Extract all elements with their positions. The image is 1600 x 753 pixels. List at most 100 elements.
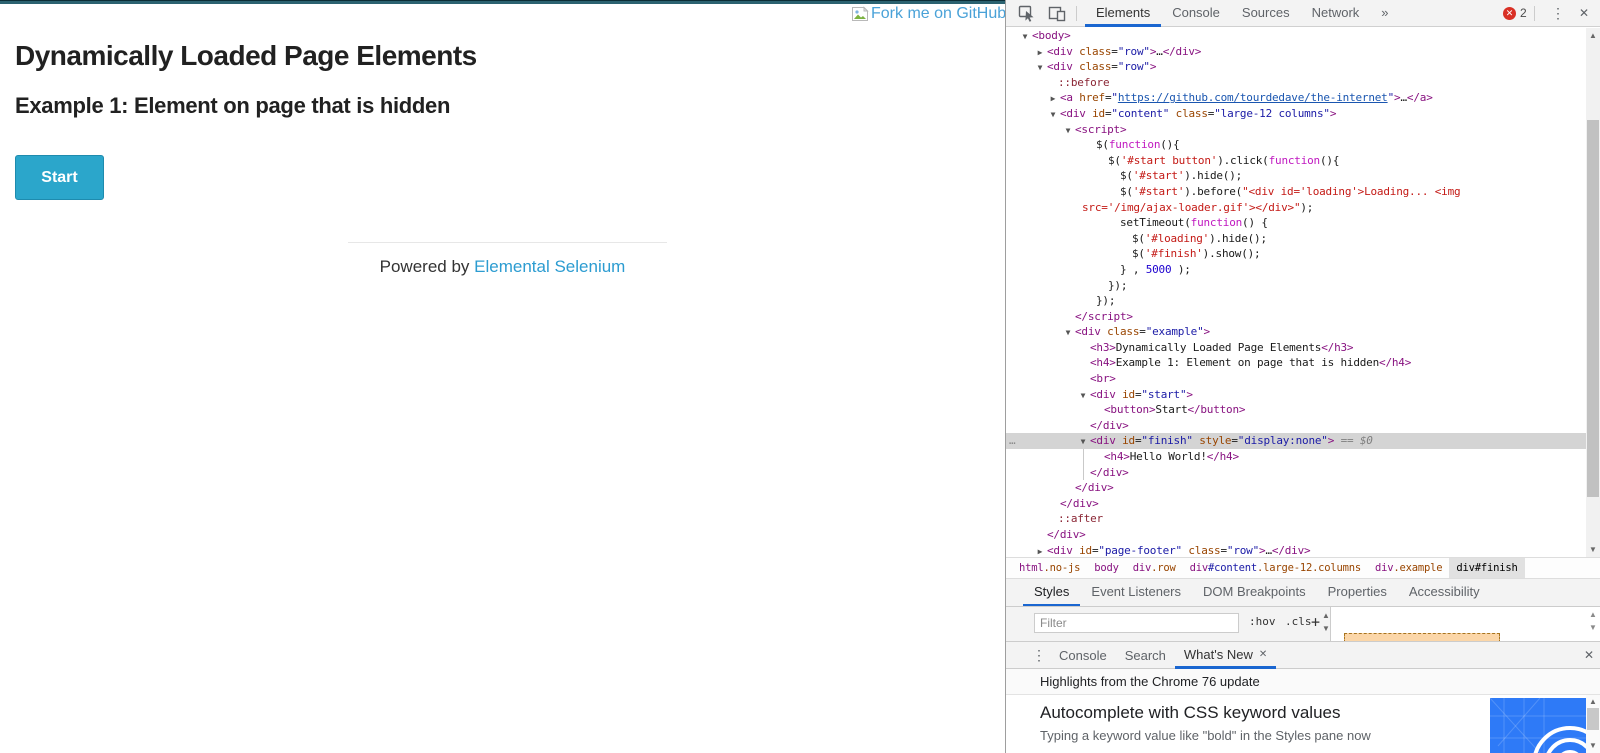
dom-tree-row[interactable]: ▼ <div class="row"> [1006, 59, 1586, 75]
code-val: "start" [1141, 387, 1187, 401]
code-val: "finish" [1141, 434, 1193, 448]
breadcrumb-item[interactable]: div.example [1368, 558, 1449, 578]
dom-tree-row[interactable]: </div> [1006, 465, 1586, 481]
dom-tree-row[interactable]: }); [1006, 293, 1586, 309]
expand-arrow-open-icon[interactable]: ▼ [1020, 29, 1030, 45]
code-plain: ).click( [1217, 153, 1269, 167]
code-tag: </div> [1060, 496, 1099, 510]
drawer-close-icon[interactable]: ✕ [1584, 648, 1594, 662]
expand-arrow-open-icon[interactable]: ▼ [1048, 107, 1058, 123]
scroll-down-icon[interactable]: ▼ [1586, 545, 1600, 555]
dom-tree-row[interactable]: ▶ <a href="https://github.com/tourdedave/… [1006, 90, 1586, 106]
dom-tree-row[interactable]: $(function(){ [1006, 137, 1586, 153]
sidebar-tab-styles[interactable]: Styles [1023, 579, 1081, 606]
code-str: '#loading' [1144, 231, 1210, 245]
dom-tree-row[interactable]: </div> [1006, 418, 1586, 434]
drawer-tab-what-s-new[interactable]: What's New ✕ [1174, 642, 1277, 669]
breadcrumb-item[interactable]: div.row [1126, 558, 1183, 578]
dom-tree-row[interactable]: $('#start').hide(); [1006, 168, 1586, 184]
drawer-scrollbar-thumb[interactable] [1587, 708, 1599, 730]
code-str: src='/img/ajax-loader.gif'></div>" [1082, 200, 1301, 214]
sidebar-tab-accessibility[interactable]: Accessibility [1398, 579, 1491, 606]
breadcrumb-item[interactable]: div#content.large-12.columns [1183, 558, 1368, 578]
dom-tree-row[interactable]: ▼ <div id="start"> [1006, 387, 1586, 403]
sidebar-tab-event-listeners[interactable]: Event Listeners [1080, 579, 1192, 606]
tab-elements[interactable]: Elements [1085, 0, 1162, 27]
tab-sources[interactable]: Sources [1231, 0, 1301, 27]
styles-filter-input[interactable] [1034, 613, 1239, 633]
expand-arrow-closed-icon[interactable]: ▶ [1035, 45, 1045, 61]
tab-network[interactable]: Network [1301, 0, 1371, 27]
sidebar-tab-properties[interactable]: Properties [1317, 579, 1398, 606]
dom-tree-row[interactable]: $('#loading').hide(); [1006, 231, 1586, 247]
expand-arrow-closed-icon[interactable]: ▶ [1035, 544, 1045, 557]
dom-tree-row[interactable]: <br> [1006, 371, 1586, 387]
dom-tree-row[interactable]: ▼… <div id="finish" style="display:none">… [1006, 433, 1586, 450]
code-tag: </div> [1047, 528, 1086, 541]
expand-arrow-open-icon[interactable]: ▼ [1078, 434, 1088, 450]
drawer-scroll-down-icon[interactable]: ▼ [1586, 741, 1600, 751]
expand-arrow-open-icon[interactable]: ▼ [1063, 123, 1073, 139]
dom-tree-row[interactable]: ::after [1006, 511, 1586, 527]
dom-tree-row[interactable]: <button>Start</button> [1006, 402, 1586, 418]
dom-tree-row[interactable]: $('#start button').click(function(){ [1006, 153, 1586, 169]
dom-tree-row[interactable]: ▼ <div id="content" class="large-12 colum… [1006, 106, 1586, 122]
fork-link[interactable]: Fork me on GitHub [851, 5, 1006, 23]
dom-tree-row[interactable]: <h3>Dynamically Loaded Page Elements</h3… [1006, 340, 1586, 356]
breadcrumb-item[interactable]: body [1087, 558, 1126, 578]
dom-tree-row[interactable]: setTimeout(function() { [1006, 215, 1586, 231]
expand-arrow-open-icon[interactable]: ▼ [1078, 388, 1088, 404]
expand-arrow-closed-icon[interactable]: ▶ [1048, 91, 1058, 107]
expand-arrow-open-icon[interactable]: ▼ [1035, 60, 1045, 76]
page-title: Dynamically Loaded Page Elements [15, 40, 477, 71]
expand-arrow-open-icon[interactable]: ▼ [1063, 325, 1073, 341]
row-actions-ellipsis[interactable]: … [1009, 433, 1016, 449]
code-str: '#finish' [1144, 247, 1203, 261]
drawer-scroll-up-icon[interactable]: ▲ [1586, 697, 1600, 707]
dom-tree-row[interactable]: $('#finish').show(); [1006, 246, 1586, 262]
dom-tree-row[interactable]: <h4>Hello World!</h4> [1006, 449, 1586, 465]
pseudo-state-button[interactable]: :hov [1249, 615, 1276, 628]
dom-tree-row[interactable]: ▼ <script> [1006, 122, 1586, 138]
dom-tree-row[interactable]: } , 5000 ); [1006, 262, 1586, 278]
dom-tree-row[interactable]: </script> [1006, 309, 1586, 325]
whats-new-thumbnail[interactable] [1490, 698, 1587, 753]
start-button[interactable]: Start [15, 155, 104, 200]
tab-console[interactable]: Console [1161, 0, 1231, 27]
class-toggle-button[interactable]: .cls [1285, 615, 1312, 628]
more-tabs-icon[interactable]: » [1370, 0, 1399, 27]
dom-tree-row[interactable]: ▼ <body> [1006, 28, 1586, 44]
computed-scroll-down-icon[interactable]: ▼ [1586, 623, 1600, 633]
dom-tree-row[interactable]: }); [1006, 278, 1586, 294]
elemental-selenium-link[interactable]: Elemental Selenium [474, 257, 625, 276]
scroll-up-icon[interactable]: ▲ [1586, 31, 1600, 41]
drawer-tab-search[interactable]: Search [1116, 642, 1175, 669]
computed-scroll-up-icon[interactable]: ▲ [1586, 610, 1600, 620]
dom-tree-row[interactable]: ▶ <div id="page-footer" class="row">…</di… [1006, 543, 1586, 557]
device-toolbar-icon[interactable] [1048, 5, 1066, 25]
dom-tree-row[interactable]: ::before [1006, 75, 1586, 91]
dom-tree-row[interactable]: src='/img/ajax-loader.gif'></div>"); [1006, 200, 1586, 216]
drawer-menu-icon[interactable]: ⋮ [1032, 647, 1046, 664]
dom-tree-row[interactable]: <h4>Example 1: Element on page that is h… [1006, 355, 1586, 371]
devtools-menu-icon[interactable]: ⋮ [1551, 5, 1565, 22]
inspect-element-icon[interactable] [1018, 5, 1036, 25]
dom-tree-scrollbar[interactable]: ▲ ▼ [1586, 28, 1600, 557]
error-badge-icon[interactable]: ✕ [1503, 7, 1516, 20]
scrollbar-thumb[interactable] [1587, 120, 1599, 497]
dom-tree-row[interactable]: ▼ <div class="example"> [1006, 324, 1586, 340]
dom-tree-row[interactable]: </div> [1006, 496, 1586, 512]
devtools-close-icon[interactable]: ✕ [1579, 6, 1589, 20]
dom-tree-row[interactable]: </div> [1006, 527, 1586, 543]
code-tag: </h3> [1321, 340, 1354, 354]
drawer-scrollbar[interactable]: ▲ ▼ [1586, 695, 1600, 753]
breadcrumb-item[interactable]: div#finish [1449, 558, 1525, 578]
breadcrumb-item[interactable]: html.no-js [1012, 558, 1087, 578]
sidebar-tab-dom-breakpoints[interactable]: DOM Breakpoints [1192, 579, 1317, 606]
pane-separator [1330, 607, 1331, 641]
dom-tree-row[interactable]: ▶ <div class="row">…</div> [1006, 44, 1586, 60]
dom-tree-row[interactable]: $('#start').before("<div id='loading'>Lo… [1006, 184, 1586, 200]
dom-tree-row[interactable]: </div> [1006, 480, 1586, 496]
close-tab-icon[interactable]: ✕ [1259, 642, 1267, 667]
drawer-tab-console[interactable]: Console [1050, 642, 1116, 669]
